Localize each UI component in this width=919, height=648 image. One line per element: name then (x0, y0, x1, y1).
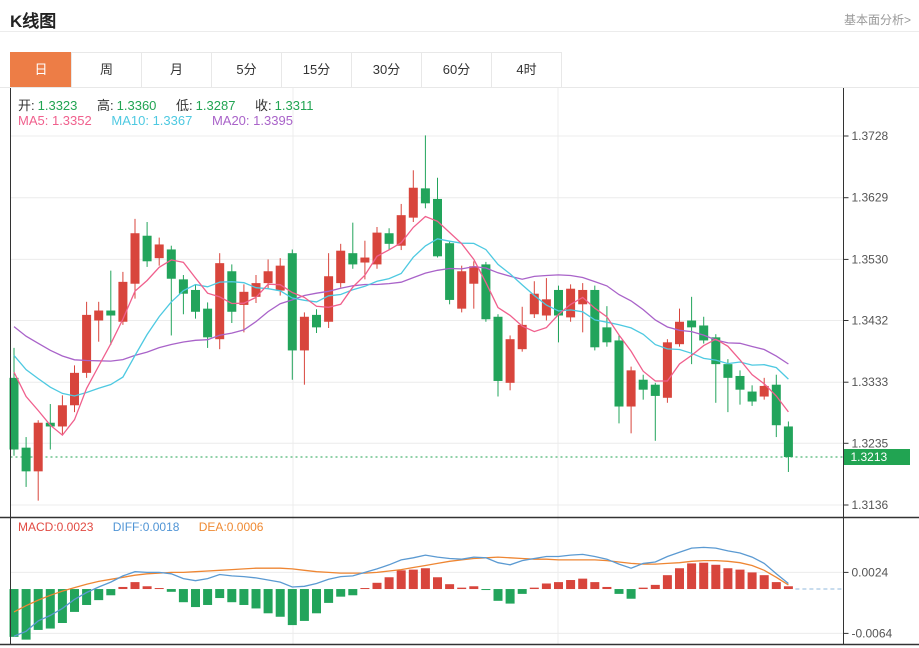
kline-page: K线图 基本面分析> 日周月 5分 15分 30分 60分 4时 1.3728 1.3629… (0, 0, 919, 648)
ma5-label: MA5: (18, 113, 49, 128)
low-label: 低: (176, 98, 193, 113)
tab-4[interactable]: 15分 (281, 52, 352, 88)
diff-line (13, 546, 789, 637)
open-value: 1.3323 (37, 98, 78, 113)
ohlc-legend: 开: 1.3323 高: 1.3360 低: 1.3287 收: 1.3311 (18, 95, 313, 114)
svg-text:0.0024: 0.0024 (852, 565, 889, 579)
ma5-value: 1.3352 (51, 113, 92, 128)
fundamental-analysis-link[interactable]: 基本面分析> (844, 11, 911, 28)
high-value: 1.3360 (116, 98, 157, 113)
tab-3[interactable]: 5分 (211, 52, 282, 88)
dea-label: DEA: (198, 520, 227, 534)
macd-legend: MACD:0.0023 DIFF:0.0018 DEA:0.0006 (18, 520, 263, 534)
diff-value: 0.0018 (142, 520, 180, 534)
high-label: 高: (97, 98, 114, 113)
dea-value: 0.0006 (226, 520, 264, 534)
tab-6[interactable]: 60分 (421, 52, 492, 88)
candles-layer (9, 135, 793, 501)
macd-value: 0.0023 (56, 520, 94, 534)
svg-text:1.3213: 1.3213 (851, 450, 888, 464)
price-axis-labels: 1.3728 1.3629 1.3530 1.3432 1.3333 1.3235 1.31… (843, 129, 893, 640)
low-value: 1.3287 (195, 98, 236, 113)
ma20-label: MA20: (211, 113, 250, 128)
kline-chart[interactable]: 1.3728 1.3629 1.3530 1.3432 1.3333 1.3235 1.31… (0, 88, 919, 646)
svg-text:1.3333: 1.3333 (852, 375, 889, 389)
svg-text:1.3629: 1.3629 (852, 191, 889, 205)
tab-1[interactable]: 周 (71, 52, 142, 88)
period-tab-bar: 日周月 5分 15分 30分 60分 4时 (10, 52, 562, 88)
ma10-value: 1.3367 (152, 113, 193, 128)
diff-label: DIFF: (112, 520, 143, 534)
ma10-label: MA10: (111, 113, 149, 128)
svg-text:1.3136: 1.3136 (852, 498, 889, 512)
tab-7[interactable]: 4时 (491, 52, 562, 88)
tab-0-active[interactable]: 日 (10, 52, 72, 88)
close-value: 1.3311 (274, 98, 314, 113)
ma20-value: 1.3395 (253, 113, 293, 128)
current-price-tag: 1.3213 (844, 449, 910, 466)
ma10-line (13, 238, 789, 397)
open-label: 开: (18, 98, 35, 113)
close-label: 收: (255, 98, 272, 113)
svg-text:-0.0064: -0.0064 (852, 626, 893, 640)
svg-text:1.3432: 1.3432 (852, 314, 889, 328)
page-title: K线图 (10, 12, 57, 31)
tab-5[interactable]: 30分 (351, 52, 422, 88)
axis-lines (0, 88, 919, 646)
ma-legend: MA5: 1.3352 MA10: 1.3367 MA20: 1.3395 (18, 113, 293, 128)
header-divider (0, 31, 919, 32)
svg-text:1.3530: 1.3530 (852, 252, 889, 266)
svg-text:1.3728: 1.3728 (852, 129, 889, 143)
tab-2[interactable]: 月 (141, 52, 212, 88)
svg-text:1.3235: 1.3235 (852, 436, 889, 450)
macd-label: MACD: (18, 520, 57, 534)
